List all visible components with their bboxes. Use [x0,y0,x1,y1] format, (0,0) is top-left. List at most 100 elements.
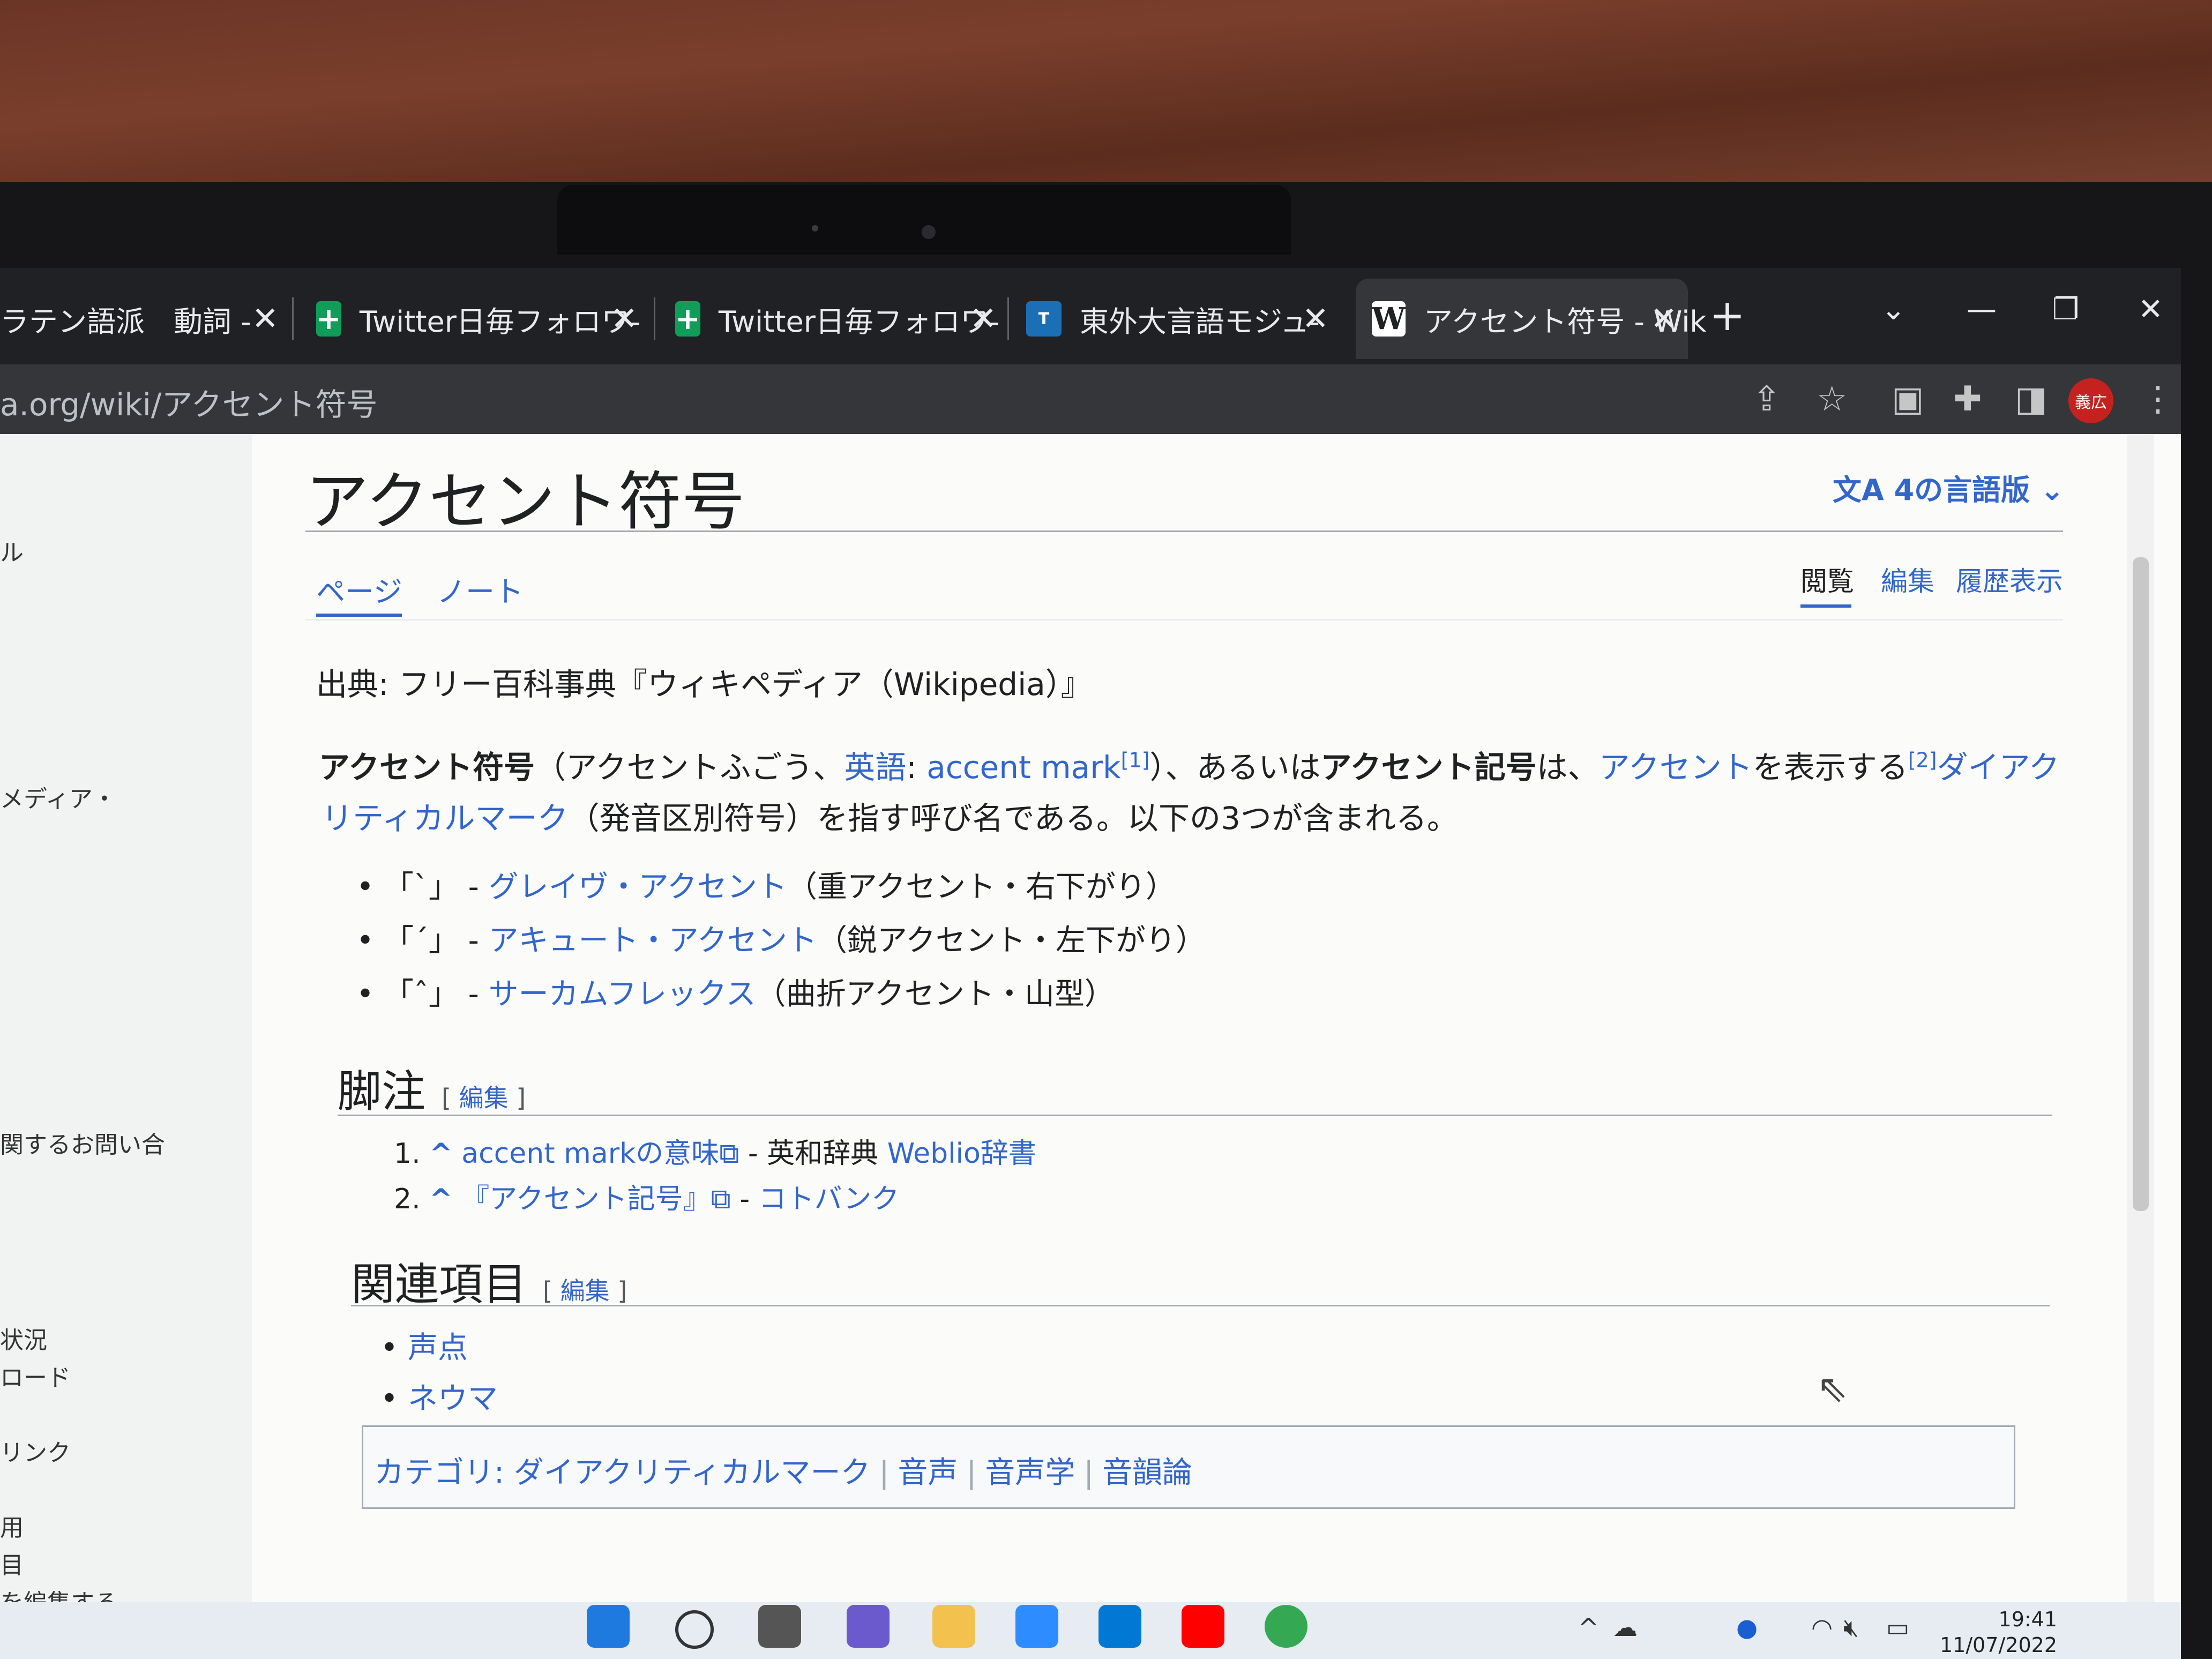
sidebar-item[interactable]: メディア・ [0,780,116,814]
tab-separator [1007,297,1009,340]
heading-related: 関連項目 [ 編集 ] [351,1249,627,1312]
link-acute[interactable]: アキュート・アクセント [489,923,817,958]
tab-title: Twitter日毎フォロワ- [718,304,1000,339]
bookmark-star-icon[interactable]: ☆ [1817,379,1847,419]
tab-title: 東外大言語モジュ- [1080,304,1320,339]
section-divider [338,1115,2052,1116]
text: 「`」 - [383,870,489,905]
tab-history[interactable]: 履歴表示 [1956,560,2063,599]
ref-2[interactable]: [2] [1908,749,1937,772]
new-tab-button[interactable]: + [1709,290,1745,340]
zoom-icon[interactable] [1015,1605,1058,1648]
close-icon[interactable]: ✕ [970,300,997,338]
weblio-link[interactable]: Weblio辞書 [887,1138,1036,1170]
close-icon[interactable]: ✕ [1302,300,1329,338]
link-seiten[interactable]: 声点 [408,1331,468,1365]
categories-label[interactable]: カテゴリ: [374,1455,504,1490]
restore-button[interactable]: ❐ [2052,292,2079,327]
tab-page[interactable]: ページ [316,568,402,610]
search-icon[interactable] [675,1610,714,1649]
share-icon[interactable]: ⇪ [1752,379,1781,419]
text: （発音区別符号）を指す呼び名である。以下の3つが含まれる。 [568,800,1458,836]
tab-edit[interactable]: 編集 [1881,560,1934,599]
tab-talk[interactable]: ノート [437,568,524,610]
battery-icon[interactable]: ▭ [1886,1613,1909,1642]
backlink-caret[interactable]: ^ [429,1138,453,1170]
sidebar-item[interactable]: 用 [0,1508,24,1543]
link-circumflex[interactable]: サーカムフレックス [489,977,756,1012]
language-button[interactable]: 文A 4の言語版 ⌄ [1833,466,2064,509]
link-grave[interactable]: グレイヴ・アクセント [489,870,787,905]
footnote-link[interactable]: accent markの意味 [461,1138,719,1170]
file-explorer-icon[interactable] [932,1605,975,1648]
sidebar-item[interactable]: リンク [0,1433,71,1468]
scrollbar[interactable] [2127,434,2154,1659]
window-close-button[interactable]: ✕ [2138,292,2163,327]
side-panel-icon[interactable]: ◨ [2015,379,2047,419]
category-link[interactable]: 音声 [898,1455,958,1490]
sidebar-item[interactable]: 目 [0,1546,24,1580]
puzzle-icon[interactable]: ✚ [1953,379,1982,419]
text: （重アクセント・右下がり） [787,870,1176,905]
tab-twitter-2[interactable]: + Twitter日毎フォロワ- ✕ [675,279,1000,359]
sidebar-item[interactable]: ロード [0,1358,71,1393]
category-link[interactable]: 音韻論 [1102,1455,1192,1490]
edit-label[interactable]: 編集 [561,1276,610,1305]
tab-twitter-1[interactable]: + Twitter日毎フォロワ- ✕ [316,279,640,359]
category-link[interactable]: 音声学 [985,1455,1075,1490]
link-diacritic[interactable]: リティカルマーク [322,800,569,836]
store-icon[interactable] [1098,1605,1141,1648]
extension-icon[interactable]: ▣ [1892,379,1924,419]
article-content: アクセント符号 文A 4の言語版 ⌄ ページ ノート 閲覧 編集 履歴表示 出典… [252,434,2138,1659]
volume-mute-icon[interactable]: 🔇︎ [1843,1613,1859,1643]
edit-section-link[interactable]: [ 編集 ] [442,1083,526,1112]
kotobank-link[interactable]: コトバンク [759,1183,900,1215]
sidebar-item[interactable]: ル [0,533,24,567]
screen: ラテン語派 動詞 - ✕ + Twitter日毎フォロワ- ✕ + Twitte… [0,268,2181,1659]
tufs-icon: T [1026,301,1062,337]
link-diacritic[interactable]: ダイアク [1937,749,2060,786]
tab-latin-verbs[interactable]: ラテン語派 動詞 - ✕ [0,279,279,359]
list-item: • 声点 [380,1331,468,1365]
close-icon[interactable]: ✕ [1650,300,1677,338]
tab-tufs[interactable]: T 東外大言語モジュ- ✕ [1026,279,1329,359]
close-icon[interactable]: ✕ [252,300,279,338]
link-english[interactable]: 英語 [844,749,906,786]
backlink-caret[interactable]: ^ [429,1183,453,1215]
cloud-icon[interactable]: ☁ [1613,1613,1638,1642]
app-tray-icon[interactable]: ● [1736,1613,1758,1642]
windows-start-icon[interactable] [587,1605,630,1648]
tab-search-icon[interactable]: ⌄ [1881,292,1906,327]
address-bar: a.org/wiki/アクセント符号 ⇪ ☆ ▣ ✚ ◨ 義広 ⋮ [0,364,2181,434]
tab-separator [654,297,655,340]
sidebar-item[interactable]: 状況 [0,1321,47,1355]
wifi-icon[interactable]: ◠ [1811,1613,1833,1642]
link-accent-mark[interactable]: accent mark [926,749,1120,786]
ref-1[interactable]: [1] [1121,749,1150,772]
edit-section-link[interactable]: [ 編集 ] [543,1276,627,1305]
chrome-icon[interactable] [1265,1605,1307,1648]
url-field[interactable]: a.org/wiki/アクセント符号 [0,379,378,424]
tab-title: ラテン語派 動詞 - [0,304,251,339]
external-link-icon: ⧉ [719,1138,739,1170]
close-icon[interactable]: ✕ [611,300,638,338]
minimize-button[interactable]: — [1967,292,1997,327]
tab-read[interactable]: 閲覧 [1800,560,1854,599]
teams-icon[interactable] [847,1605,890,1648]
task-view-icon[interactable] [758,1605,801,1648]
link-accent[interactable]: アクセント [1599,749,1753,786]
scrollbar-thumb[interactable] [2133,557,2149,1211]
category-link[interactable]: ダイアクリティカルマーク [514,1455,871,1490]
sidebar: ル メディア・ 関するお問い合 状況 ロード リンク 用 目 を編集する [0,434,252,1659]
link-neume[interactable]: ネウマ [408,1381,498,1416]
edit-label[interactable]: 編集 [459,1083,509,1112]
clock[interactable]: 19:41 11/07/2022 [1940,1606,2057,1658]
chevron-up-icon[interactable]: ^ [1578,1613,1599,1642]
profile-avatar[interactable]: 義広 [2068,378,2113,423]
footnote-link[interactable]: 『アクセント記号』 [461,1183,711,1215]
wikipedia-icon: W [1372,301,1406,337]
menu-icon[interactable]: ⋮ [2141,379,2175,419]
tab-wikipedia-active[interactable]: W アクセント符号 - Wik ✕ [1356,279,1707,359]
youtube-icon[interactable] [1182,1605,1224,1648]
sidebar-item[interactable]: 関するお問い合 [0,1125,165,1160]
